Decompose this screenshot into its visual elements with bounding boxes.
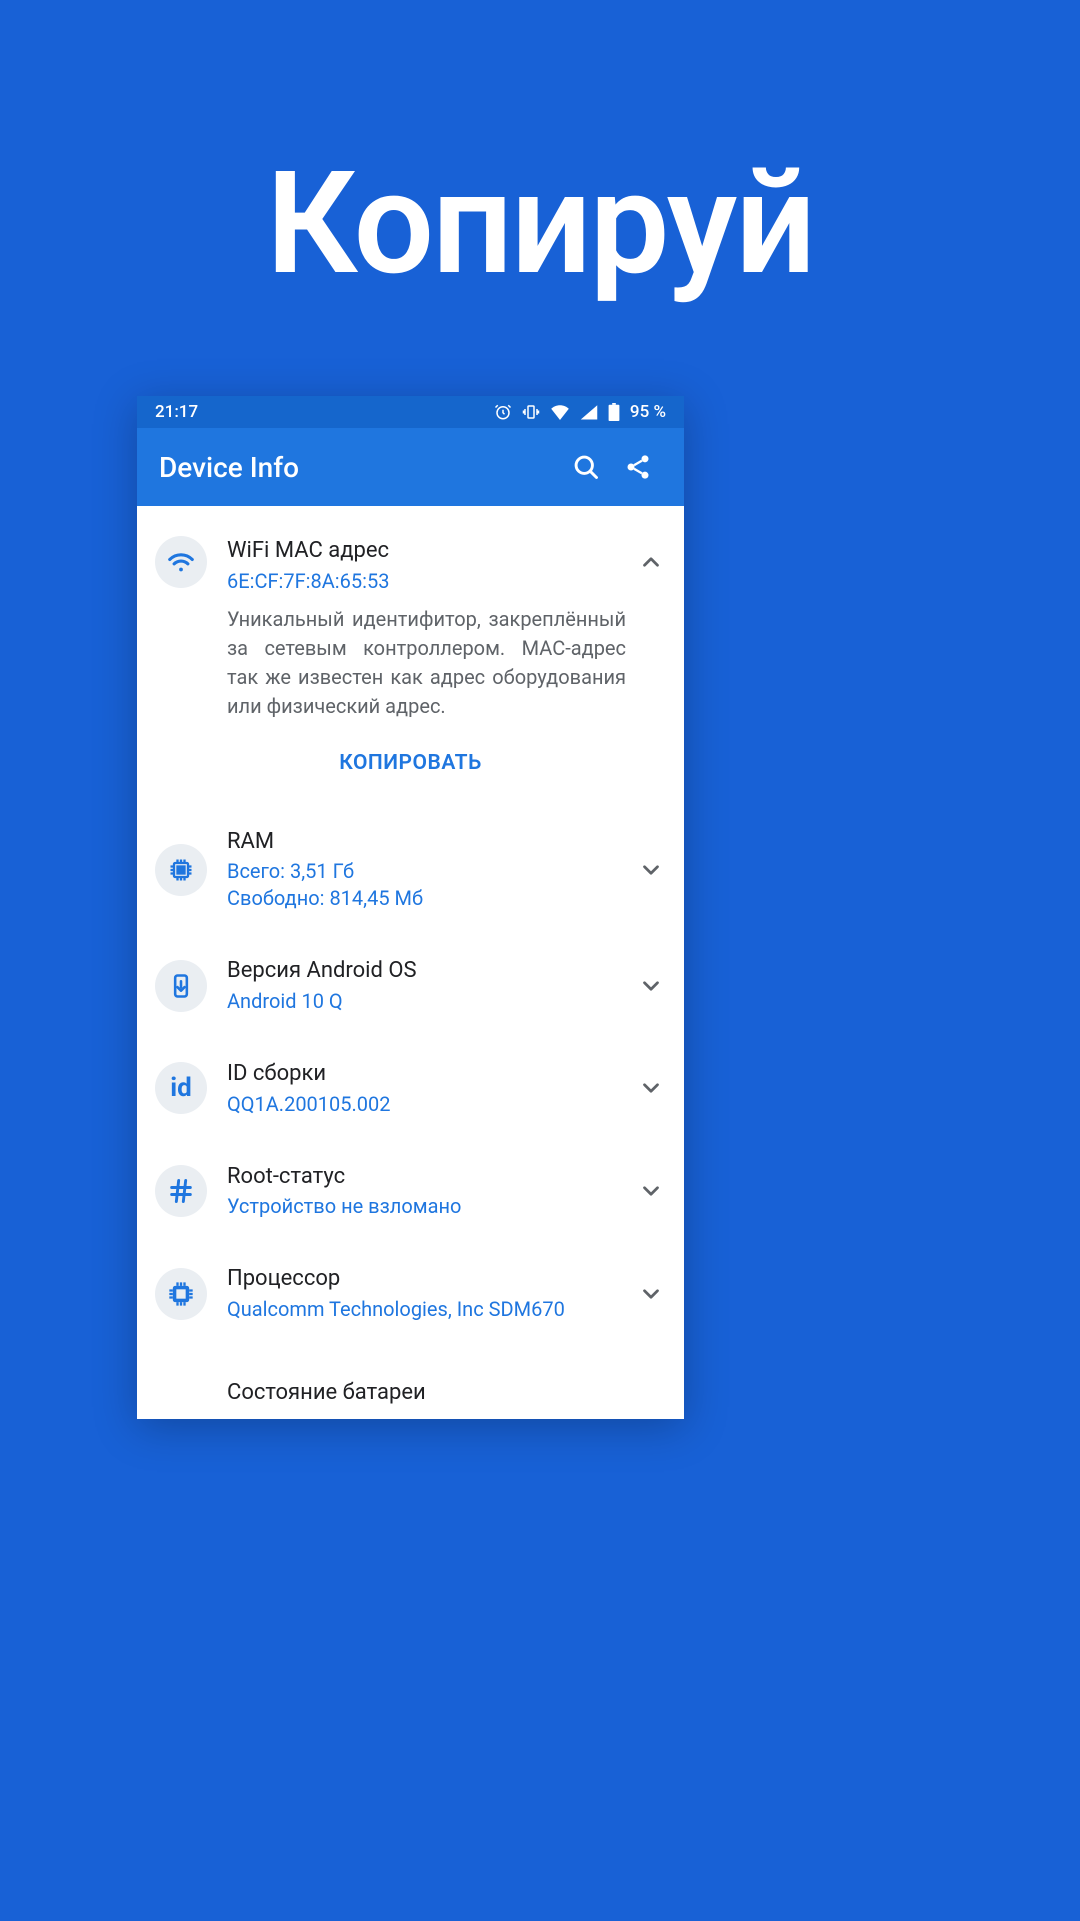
app-bar: Device Info xyxy=(137,428,684,506)
item-value: Android 10 Q xyxy=(227,988,626,1015)
collapse-button[interactable] xyxy=(638,536,664,588)
app-title: Device Info xyxy=(159,451,560,484)
list-item-android-version[interactable]: Версия Android OS Android 10 Q xyxy=(137,934,684,1037)
share-icon xyxy=(624,453,652,481)
status-icons: 95 % xyxy=(494,402,666,422)
copy-row: КОПИРОВАТЬ xyxy=(137,743,684,805)
expand-button[interactable] xyxy=(638,1165,664,1217)
item-title: Состояние батареи xyxy=(227,1378,664,1408)
chip-icon xyxy=(155,844,207,896)
chevron-down-icon xyxy=(638,973,664,999)
search-icon xyxy=(572,453,600,481)
item-value: Qualcomm Technologies, Inc SDM670 xyxy=(227,1296,626,1323)
item-title: ID сборки xyxy=(227,1059,626,1089)
wifi-icon xyxy=(155,536,207,588)
expand-button[interactable] xyxy=(638,844,664,896)
search-button[interactable] xyxy=(560,441,612,493)
item-value: Устройство не взломано xyxy=(227,1193,626,1220)
list-item-wifi-mac[interactable]: WiFi MAC адрес 6E:CF:7F:8A:65:53 Уникаль… xyxy=(137,514,684,743)
item-value: Всего: 3,51 Гб Свободно: 814,45 Мб xyxy=(227,858,626,912)
expand-button[interactable] xyxy=(638,960,664,1012)
battery-percent: 95 % xyxy=(630,402,666,422)
item-title: WiFi MAC адрес xyxy=(227,536,626,566)
expand-button[interactable] xyxy=(638,1062,664,1114)
wifi-status-icon xyxy=(550,404,570,420)
chevron-down-icon xyxy=(638,1075,664,1101)
app-screenshot: 21:17 95 % Device Info WiFi MAC адрес xyxy=(137,396,684,1419)
item-value: QQ1A.200105.002 xyxy=(227,1091,626,1118)
cpu-icon xyxy=(155,1268,207,1320)
list-item-build-id[interactable]: id ID сборки QQ1A.200105.002 xyxy=(137,1037,684,1140)
item-value: 6E:CF:7F:8A:65:53 xyxy=(227,568,626,595)
item-title: Root-статус xyxy=(227,1162,626,1192)
list-item-root-status[interactable]: Root-статус Устройство не взломано xyxy=(137,1140,684,1243)
battery-status-icon xyxy=(608,403,620,421)
vibrate-icon xyxy=(522,403,540,421)
signal-icon xyxy=(580,404,598,420)
chevron-up-icon xyxy=(638,549,664,575)
share-button[interactable] xyxy=(612,441,664,493)
alarm-icon xyxy=(494,403,512,421)
android-icon xyxy=(155,960,207,1012)
list-item-battery-state[interactable]: Состояние батареи xyxy=(137,1345,684,1419)
hash-icon xyxy=(155,1165,207,1217)
info-list: WiFi MAC адрес 6E:CF:7F:8A:65:53 Уникаль… xyxy=(137,506,684,1419)
status-bar: 21:17 95 % xyxy=(137,396,684,428)
chevron-down-icon xyxy=(638,1281,664,1307)
item-description: Уникальный идентифитор, закреплённый за … xyxy=(227,605,626,721)
hero-title: Копируй xyxy=(0,140,1080,307)
status-time: 21:17 xyxy=(155,402,198,422)
expand-button[interactable] xyxy=(638,1268,664,1320)
chevron-down-icon xyxy=(638,1178,664,1204)
item-title: Процессор xyxy=(227,1264,626,1294)
chevron-down-icon xyxy=(638,857,664,883)
list-item-ram[interactable]: RAM Всего: 3,51 Гб Свободно: 814,45 Мб xyxy=(137,805,684,935)
item-title: Версия Android OS xyxy=(227,956,626,986)
item-title: RAM xyxy=(227,827,626,857)
copy-button[interactable]: КОПИРОВАТЬ xyxy=(339,751,482,775)
list-item-processor[interactable]: Процессор Qualcomm Technologies, Inc SDM… xyxy=(137,1242,684,1345)
id-icon: id xyxy=(155,1062,207,1114)
